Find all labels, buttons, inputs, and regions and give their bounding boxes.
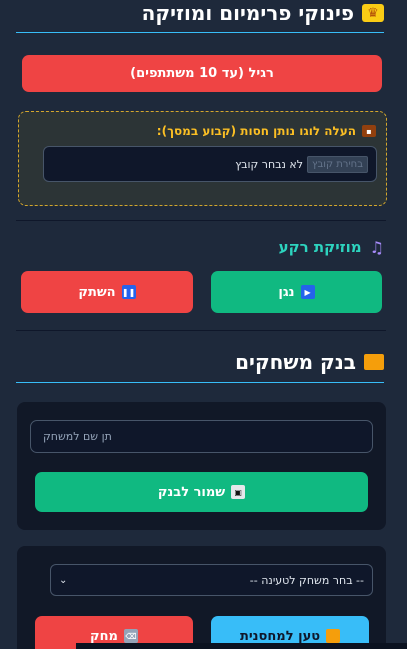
choose-file-button[interactable]: בחירת קובץ xyxy=(307,155,368,173)
bank-title: בנק משחקים xyxy=(235,350,356,374)
music-header: מוזיקת רקע ♫ xyxy=(16,236,384,258)
folder-open-icon xyxy=(326,629,341,643)
game-select[interactable]: ⌄ -- בחר משחק לטעינה -- xyxy=(50,564,373,596)
game-select-value: -- בחר משחק לטעינה -- xyxy=(249,573,364,587)
play-music-button[interactable]: נגן ▶ xyxy=(211,271,382,313)
floppy-disk-icon: ▣ xyxy=(231,485,246,499)
premium-title: פינוקי פרימיום ומוזיקה xyxy=(141,1,354,25)
delete-label: מחק xyxy=(90,628,118,644)
divider-2 xyxy=(16,330,386,331)
briefcase-icon: ▪ xyxy=(362,125,376,137)
logo-file-input[interactable]: לא נבחר קובץ בחירת קובץ xyxy=(43,146,377,182)
file-status: לא נבחר קובץ xyxy=(235,157,304,171)
load-label: טען למחסנית xyxy=(239,628,321,644)
music-title: מוזיקת רקע xyxy=(278,238,362,256)
sponsor-logo-box: העלה לוגו נותן חסות (קבוע במסך): ▪ לא נב… xyxy=(18,111,387,206)
mute-label: השתק xyxy=(78,284,116,300)
pause-icon: ❚❚ xyxy=(121,285,136,299)
plan-button[interactable]: רגיל (עד 10 משתתפים) xyxy=(22,55,382,92)
horizontal-scrollbar[interactable] xyxy=(76,643,407,649)
folder-icon xyxy=(364,354,384,370)
load-game-card: ⌄ -- בחר משחק לטעינה -- טען למחסנית מחק … xyxy=(17,546,386,649)
save-label: שמור לבנק xyxy=(157,484,226,500)
bank-header: בנק משחקים xyxy=(16,348,384,376)
premium-title-underline xyxy=(16,32,384,33)
save-to-bank-button[interactable]: שמור לבנק ▣ xyxy=(35,472,368,512)
save-game-card: תן שם למשחק שמור לבנק ▣ xyxy=(17,402,386,530)
play-label: נגן xyxy=(278,284,295,300)
chevron-down-icon: ⌄ xyxy=(59,574,68,586)
trash-icon: ⌫ xyxy=(123,629,138,643)
mute-music-button[interactable]: השתק ❚❚ xyxy=(21,271,193,313)
music-note-icon: ♫ xyxy=(369,237,384,257)
divider-1 xyxy=(16,220,386,221)
page: { "premium": { "title": "פינוקי פרימיום … xyxy=(0,0,407,649)
premium-header: פינוקי פרימיום ומוזיקה ♛ xyxy=(16,0,384,26)
play-icon: ▶ xyxy=(300,285,315,299)
bank-title-underline xyxy=(16,382,384,383)
upload-logo-label-row: העלה לוגו נותן חסות (קבוע במסך): ▪ xyxy=(36,124,376,138)
crown-icon: ♛ xyxy=(362,4,384,22)
upload-logo-label: העלה לוגו נותן חסות (קבוע במסך): xyxy=(156,124,356,138)
game-name-input[interactable]: תן שם למשחק xyxy=(30,420,373,453)
